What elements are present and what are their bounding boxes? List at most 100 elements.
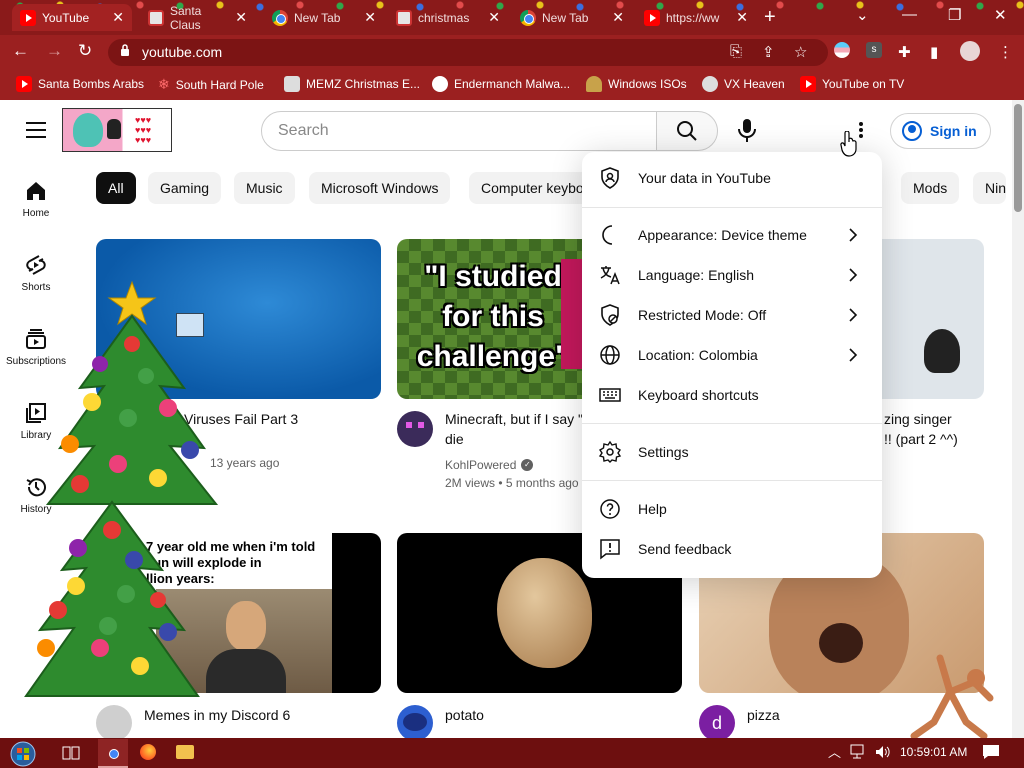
video-title-line: die bbox=[445, 431, 464, 447]
close-icon[interactable]: ✕ bbox=[488, 9, 500, 26]
settings-kebab-icon[interactable] bbox=[858, 122, 864, 140]
channel-avatar[interactable] bbox=[397, 705, 433, 738]
browser-menu-icon[interactable]: ⋮ bbox=[998, 43, 1013, 61]
tab-search-icon[interactable]: ⌄ bbox=[856, 6, 869, 24]
video-title[interactable]: zing singer !! (part 2 ^^) bbox=[884, 409, 958, 449]
channel-avatar[interactable]: d bbox=[699, 705, 735, 738]
tab-new-tab-2[interactable]: New Tab ✕ bbox=[512, 4, 632, 31]
side-panel-icon[interactable]: ▮ bbox=[930, 43, 938, 61]
video-title[interactable]: pizza bbox=[747, 705, 780, 725]
extension-flag-icon[interactable] bbox=[834, 42, 850, 58]
figure-icon bbox=[586, 76, 602, 92]
firefox-icon[interactable] bbox=[140, 744, 156, 760]
bookmark-memz[interactable]: MEMZ Christmas E... bbox=[284, 76, 420, 92]
bookmark-youtube-tv[interactable]: YouTube on TV bbox=[800, 76, 904, 92]
potato-graphic bbox=[497, 558, 592, 668]
back-button[interactable]: ← bbox=[12, 41, 29, 61]
volume-icon[interactable] bbox=[874, 744, 892, 760]
bookmark-santa-bombs[interactable]: Santa Bombs Arabs bbox=[16, 76, 144, 92]
help-icon bbox=[600, 499, 620, 519]
menu-item-appearance[interactable]: Appearance: Device theme bbox=[582, 215, 882, 255]
doodle-logo[interactable]: ♥♥♥ ♥♥♥ ♥♥♥ bbox=[62, 108, 172, 152]
chip-gaming[interactable]: Gaming bbox=[148, 172, 222, 204]
minimize-button[interactable]: — bbox=[902, 6, 917, 23]
tab-santa-claus[interactable]: Santa Claus ✕ bbox=[140, 4, 255, 32]
taskbar-clock[interactable]: 10:59:01 AM bbox=[900, 745, 967, 759]
tab-label: YouTube bbox=[42, 10, 90, 25]
hamburger-menu-icon[interactable] bbox=[26, 122, 46, 138]
close-icon[interactable]: ✕ bbox=[112, 9, 124, 26]
gear-icon bbox=[598, 440, 622, 463]
chip-nin[interactable]: Nin bbox=[973, 172, 1007, 204]
menu-item-label: Language: English bbox=[638, 267, 754, 283]
scrollbar-thumb[interactable] bbox=[1014, 104, 1022, 212]
network-icon[interactable] bbox=[850, 744, 868, 760]
bookmark-label: Endermanch Malwa... bbox=[454, 77, 571, 91]
star-icon[interactable]: ☆ bbox=[794, 43, 807, 61]
chip-mods[interactable]: Mods bbox=[901, 172, 960, 204]
tab-youtube[interactable]: YouTube ✕ bbox=[12, 4, 132, 31]
avatar-eye bbox=[406, 422, 412, 428]
menu-item-label: Location: Colombia bbox=[638, 347, 758, 363]
close-icon[interactable]: ✕ bbox=[736, 9, 748, 26]
menu-item-help[interactable]: Help bbox=[582, 489, 882, 529]
url-text[interactable]: youtube.com bbox=[142, 44, 222, 60]
youtube-icon bbox=[16, 76, 32, 92]
chip-all[interactable]: All bbox=[96, 172, 136, 204]
forward-button[interactable]: → bbox=[46, 41, 63, 61]
share-icon[interactable]: ⇪ bbox=[762, 43, 775, 61]
chip-microsoft-windows[interactable]: Microsoft Windows bbox=[309, 172, 451, 204]
menu-item-language[interactable]: Language: English bbox=[582, 255, 882, 295]
chip-music[interactable]: Music bbox=[234, 172, 295, 204]
bookmark-windows-isos[interactable]: Windows ISOs bbox=[586, 76, 687, 92]
snowflake-icon: ❄ bbox=[158, 76, 170, 92]
profile-avatar[interactable] bbox=[960, 41, 980, 61]
file-explorer-icon[interactable] bbox=[176, 745, 194, 759]
channel-avatar[interactable] bbox=[397, 411, 433, 447]
tab-new-tab[interactable]: New Tab ✕ bbox=[264, 4, 384, 31]
microphone-icon[interactable] bbox=[736, 118, 758, 144]
tab-label: New Tab bbox=[294, 10, 341, 25]
close-window-button[interactable]: ✕ bbox=[994, 6, 1007, 24]
bookmark-endermanch[interactable]: Endermanch Malwa... bbox=[432, 76, 570, 92]
close-icon[interactable]: ✕ bbox=[612, 9, 624, 26]
search-button[interactable] bbox=[656, 111, 718, 151]
menu-item-settings[interactable]: Settings bbox=[582, 432, 882, 472]
chip-computer-keyboard[interactable]: Computer keybo bbox=[469, 172, 596, 204]
menu-item-your-data[interactable]: Your data in YouTube bbox=[582, 158, 882, 198]
video-title[interactable]: potato bbox=[445, 705, 484, 725]
close-icon[interactable]: ✕ bbox=[235, 9, 247, 26]
sign-in-button[interactable]: Sign in bbox=[890, 113, 991, 149]
thumbnail-text: "I studied for this challenge" bbox=[403, 257, 583, 377]
extension-s-icon[interactable]: s bbox=[866, 42, 882, 58]
task-view-icon[interactable] bbox=[62, 744, 80, 762]
lock-icon[interactable] bbox=[120, 44, 130, 56]
notifications-icon[interactable] bbox=[982, 744, 1000, 760]
menu-item-restricted-mode[interactable]: Restricted Mode: Off bbox=[582, 295, 882, 335]
search-input[interactable]: Search bbox=[261, 111, 657, 151]
taskbar-chrome-button[interactable] bbox=[98, 739, 128, 768]
extensions-puzzle-icon[interactable]: ✚ bbox=[898, 43, 911, 61]
video-title[interactable]: Memes in my Discord 6 bbox=[144, 705, 290, 725]
guide-home[interactable]: Home bbox=[0, 180, 72, 219]
tab-christmas[interactable]: christmas ✕ bbox=[388, 4, 508, 31]
bookmark-vx-heaven[interactable]: VX Heaven bbox=[702, 76, 785, 92]
bookmark-south-hard-pole[interactable]: ❄ South Hard Pole bbox=[158, 76, 264, 93]
tab-label: New Tab bbox=[542, 10, 589, 25]
video-title[interactable]: Minecraft, but if I say " die bbox=[445, 409, 585, 449]
channel-name[interactable]: KohlPowered ✓ bbox=[445, 458, 534, 472]
restore-button[interactable]: ❐ bbox=[948, 6, 961, 24]
menu-item-location[interactable]: Location: Colombia bbox=[582, 335, 882, 375]
menu-item-send-feedback[interactable]: Send feedback bbox=[582, 529, 882, 569]
install-icon[interactable]: ⎘ bbox=[730, 43, 742, 60]
tab-youtube-url[interactable]: https://ww ✕ bbox=[636, 4, 756, 31]
channel-label: KohlPowered bbox=[445, 458, 517, 472]
start-orb-icon[interactable] bbox=[10, 741, 36, 767]
menu-item-keyboard-shortcuts[interactable]: Keyboard shortcuts bbox=[582, 375, 882, 415]
new-tab-button[interactable]: + bbox=[764, 6, 776, 29]
channel-avatar[interactable] bbox=[96, 705, 132, 738]
panda-icon bbox=[432, 76, 448, 92]
reload-button[interactable]: ↻ bbox=[78, 41, 92, 61]
chevron-up-icon[interactable]: ︿ bbox=[828, 742, 841, 761]
close-icon[interactable]: ✕ bbox=[364, 9, 376, 26]
